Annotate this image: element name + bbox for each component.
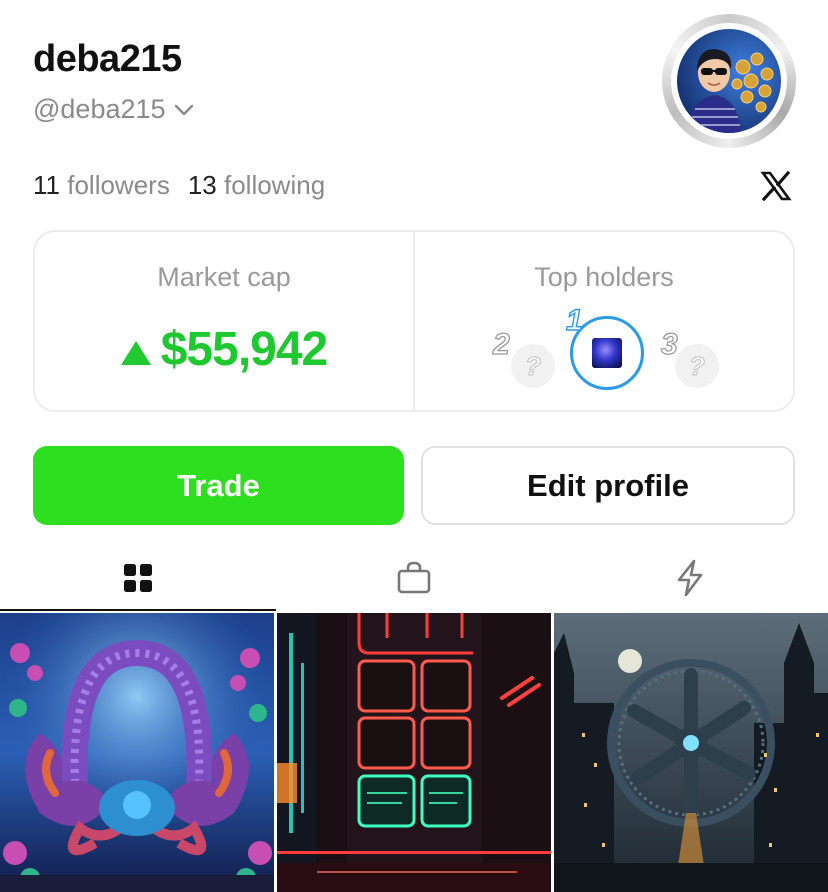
holder-3[interactable]: ? 3 [660,327,727,396]
profile-handle: @deba215 [33,94,166,124]
top-holders-label: Top holders [534,262,674,292]
holder-rank-badge: 3 [660,327,678,361]
market-cap-label: Market cap [157,262,291,292]
tab-activity[interactable] [552,548,828,608]
followers-label: followers [67,170,170,200]
handle-dropdown[interactable]: @deba215 [33,94,194,125]
following-label: following [223,170,326,200]
x-logo-icon[interactable] [760,170,792,202]
lightning-icon [677,559,703,597]
holder-rank-badge: 1 [565,303,583,337]
tab-grid[interactable] [0,548,276,608]
holder-avatar-placeholder: ? [511,344,555,388]
follow-stats: 11 followers 13 following [33,170,325,201]
post-thumbnail[interactable] [277,613,551,892]
tab-shop[interactable] [276,548,552,608]
holder-avatar-placeholder: ? [675,344,719,388]
following-link[interactable]: 13 following [188,170,325,201]
holder-rank-badge: 2 [492,327,510,361]
holder-2[interactable]: ? 2 [492,327,563,396]
market-cap-value: $55,942 [160,323,329,376]
post-thumbnail[interactable] [554,613,828,892]
active-tab-indicator [0,609,276,611]
market-cap-section[interactable]: Market cap $55,942 [35,232,413,410]
post-grid [0,613,828,892]
profile-display-name: deba215 [33,38,182,80]
trend-up-icon [120,340,151,365]
following-count: 13 [187,170,217,200]
avatar[interactable] [662,14,796,148]
followers-link[interactable]: 11 followers [33,170,170,201]
edit-profile-button[interactable]: Edit profile [421,446,795,525]
holder-1[interactable]: 1 [565,303,644,390]
shopping-bag-icon [397,561,431,594]
grid-icon [124,564,152,592]
avatar-image [677,29,781,133]
post-thumbnail[interactable] [0,613,274,892]
followers-count: 11 [33,170,60,200]
trade-button[interactable]: Trade [33,446,404,525]
holder-image [592,338,622,368]
top-holders-section[interactable]: Top holders ? 2 1 ? 3 [413,232,793,410]
chevron-down-icon [174,103,194,117]
stats-card: Market cap $55,942 Top holders ? 2 1 ? 3 [33,230,795,412]
profile-tabs [0,548,828,608]
